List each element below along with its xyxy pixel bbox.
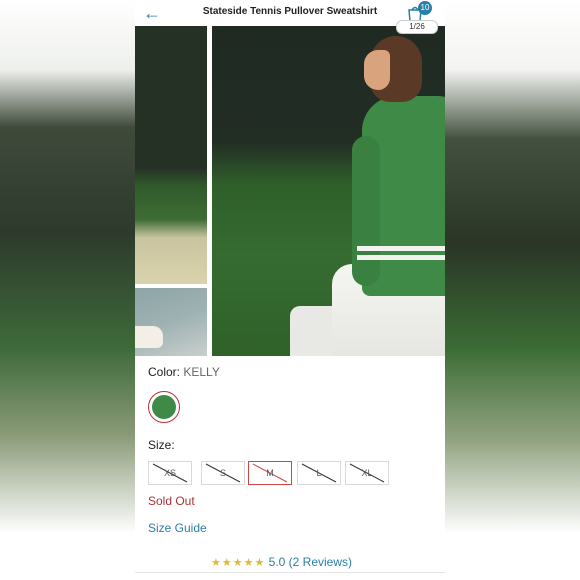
size-option-xl[interactable]: XL bbox=[345, 461, 389, 485]
swatch-fill bbox=[152, 395, 176, 419]
size-option-l[interactable]: L bbox=[297, 461, 341, 485]
size-option-label: L bbox=[316, 468, 322, 478]
blurred-backdrop-left bbox=[0, 0, 135, 580]
size-option-label: XL bbox=[361, 468, 373, 478]
size-option-label: M bbox=[266, 468, 274, 478]
size-option-xs[interactable]: XS bbox=[148, 461, 192, 485]
bottom-tab-bar bbox=[135, 572, 445, 580]
color-row: Color: KELLY bbox=[148, 365, 220, 379]
size-option-s[interactable]: S bbox=[201, 461, 245, 485]
image-counter-pill[interactable]: 1/26 bbox=[396, 20, 438, 34]
size-option-label: S bbox=[219, 468, 226, 478]
main-product-photo[interactable] bbox=[212, 26, 445, 356]
availability-status: Sold Out bbox=[148, 494, 195, 508]
color-label: Color: bbox=[148, 365, 181, 379]
size-option-m[interactable]: M bbox=[248, 461, 292, 485]
size-label: Size: bbox=[148, 438, 175, 452]
product-image-gallery[interactable] bbox=[135, 26, 445, 356]
sweater-sleeve-image bbox=[352, 136, 380, 286]
color-value: KELLY bbox=[183, 365, 220, 379]
model-face-image bbox=[364, 50, 390, 90]
cart-count-badge: 10 bbox=[418, 1, 432, 15]
size-guide-link[interactable]: Size Guide bbox=[148, 521, 207, 535]
hem-stripe bbox=[357, 246, 445, 251]
blurred-backdrop-right bbox=[445, 0, 580, 580]
hem-stripe bbox=[357, 255, 445, 260]
product-page: ← Stateside Tennis Pullover Sweatshirt 1… bbox=[135, 0, 445, 580]
rating-text: 5.0 (2 Reviews) bbox=[268, 555, 353, 569]
star-rating-icon: ★★★★★ bbox=[211, 557, 266, 569]
gallery-thumbnail-court[interactable] bbox=[135, 26, 207, 284]
color-swatch-kelly[interactable] bbox=[148, 391, 180, 423]
page-title: Stateside Tennis Pullover Sweatshirt bbox=[202, 6, 378, 17]
size-option-label: XS bbox=[163, 468, 176, 478]
rating-summary[interactable]: ★★★★★ 5.0 (2 Reviews) bbox=[211, 555, 352, 569]
back-arrow-icon[interactable]: ← bbox=[143, 3, 163, 23]
sneaker-image bbox=[135, 326, 163, 348]
